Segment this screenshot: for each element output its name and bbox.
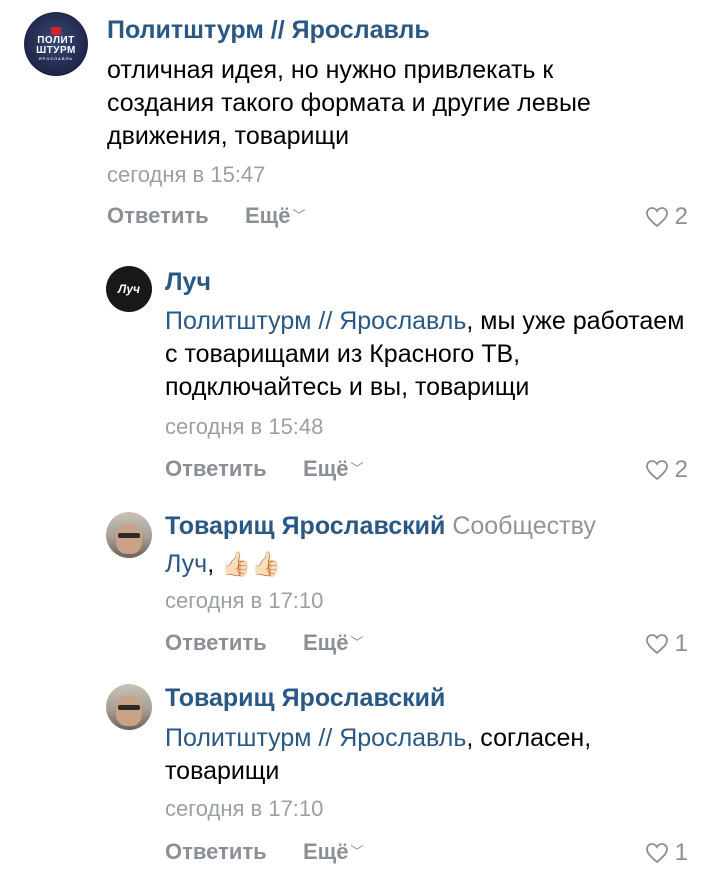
comment-date[interactable]: сегодня в 17:10 [165,796,323,822]
author-name[interactable]: Луч [165,268,211,297]
chevron-down-icon: ﹀ [350,844,364,859]
like-count: 2 [674,203,688,230]
like-count: 1 [674,630,688,657]
more-label: Ещё [245,203,291,228]
politshturm-logo: ПОЛИТ ШТУРМ ЯРОСЛАВЛЬ [24,27,88,61]
more-label: Ещё [303,839,349,864]
reply-button[interactable]: Ответить [165,839,267,865]
comment-date[interactable]: сегодня в 15:47 [107,162,265,188]
mention-link[interactable]: Политштурм // Ярославль [165,724,466,752]
avatar[interactable]: ПОЛИТ ШТУРМ ЯРОСЛАВЛЬ [24,12,88,76]
author-name[interactable]: Политштурм // Ярославль [107,16,430,45]
comment-date[interactable]: сегодня в 17:10 [165,588,323,614]
comment-body: , [207,550,222,578]
heart-outline-icon [645,843,668,864]
reply-target-label: Сообществу [452,512,596,540]
mention-link[interactable]: Луч [165,550,207,578]
comment-date[interactable]: сегодня в 15:48 [165,414,323,440]
author-name[interactable]: Товарищ Ярославский Сообществу [165,512,596,541]
avatar[interactable] [106,684,152,730]
chevron-down-icon: ﹀ [350,635,364,650]
avatar-logo-text: Луч [117,282,141,296]
more-label: Ещё [303,630,349,655]
like-count: 2 [674,456,688,483]
mention-link[interactable]: Политштурм // Ярославль [165,307,466,335]
avatar[interactable]: Луч [106,266,152,312]
reply-button[interactable]: Ответить [107,203,209,229]
heart-outline-icon [645,460,668,481]
avatar-face [116,524,142,554]
chevron-down-icon: ﹀ [350,461,364,476]
comment-text: Луч, 👍🏻👍🏻 [165,548,695,581]
comment-text: Политштурм // Ярославль, согласен, товар… [165,722,655,788]
reply-button[interactable]: Ответить [165,630,267,656]
avatar-logo-text: ПОЛИТ ШТУРМ [36,35,76,56]
avatar-face [116,696,142,726]
like-button[interactable]: 1 [645,630,688,658]
chevron-down-icon: ﹀ [292,208,306,223]
more-button[interactable]: Ещё ﹀ [303,456,364,482]
heart-outline-icon [645,634,668,655]
author-name[interactable]: Товарищ Ярославский [165,684,445,713]
heart-outline-icon [645,207,668,228]
avatar[interactable] [106,512,152,558]
like-count: 1 [674,839,688,866]
more-button[interactable]: Ещё ﹀ [303,839,364,865]
like-button[interactable]: 2 [645,456,688,484]
comment-text: Политштурм // Ярославль, мы уже работаем… [165,305,695,404]
more-label: Ещё [303,456,349,481]
reply-button[interactable]: Ответить [165,456,267,482]
like-button[interactable]: 1 [645,839,688,867]
more-button[interactable]: Ещё ﹀ [245,203,306,229]
thumbs-up-emoji: 👍🏻👍🏻 [221,551,281,578]
like-button[interactable]: 2 [645,203,688,231]
comment-text: отличная идея, но нужно привлекать к соз… [107,56,591,150]
author-label: Товарищ Ярославский [165,512,446,540]
more-button[interactable]: Ещё ﹀ [303,630,364,656]
avatar-logo-subtext: ЯРОСЛАВЛЬ [38,56,74,61]
